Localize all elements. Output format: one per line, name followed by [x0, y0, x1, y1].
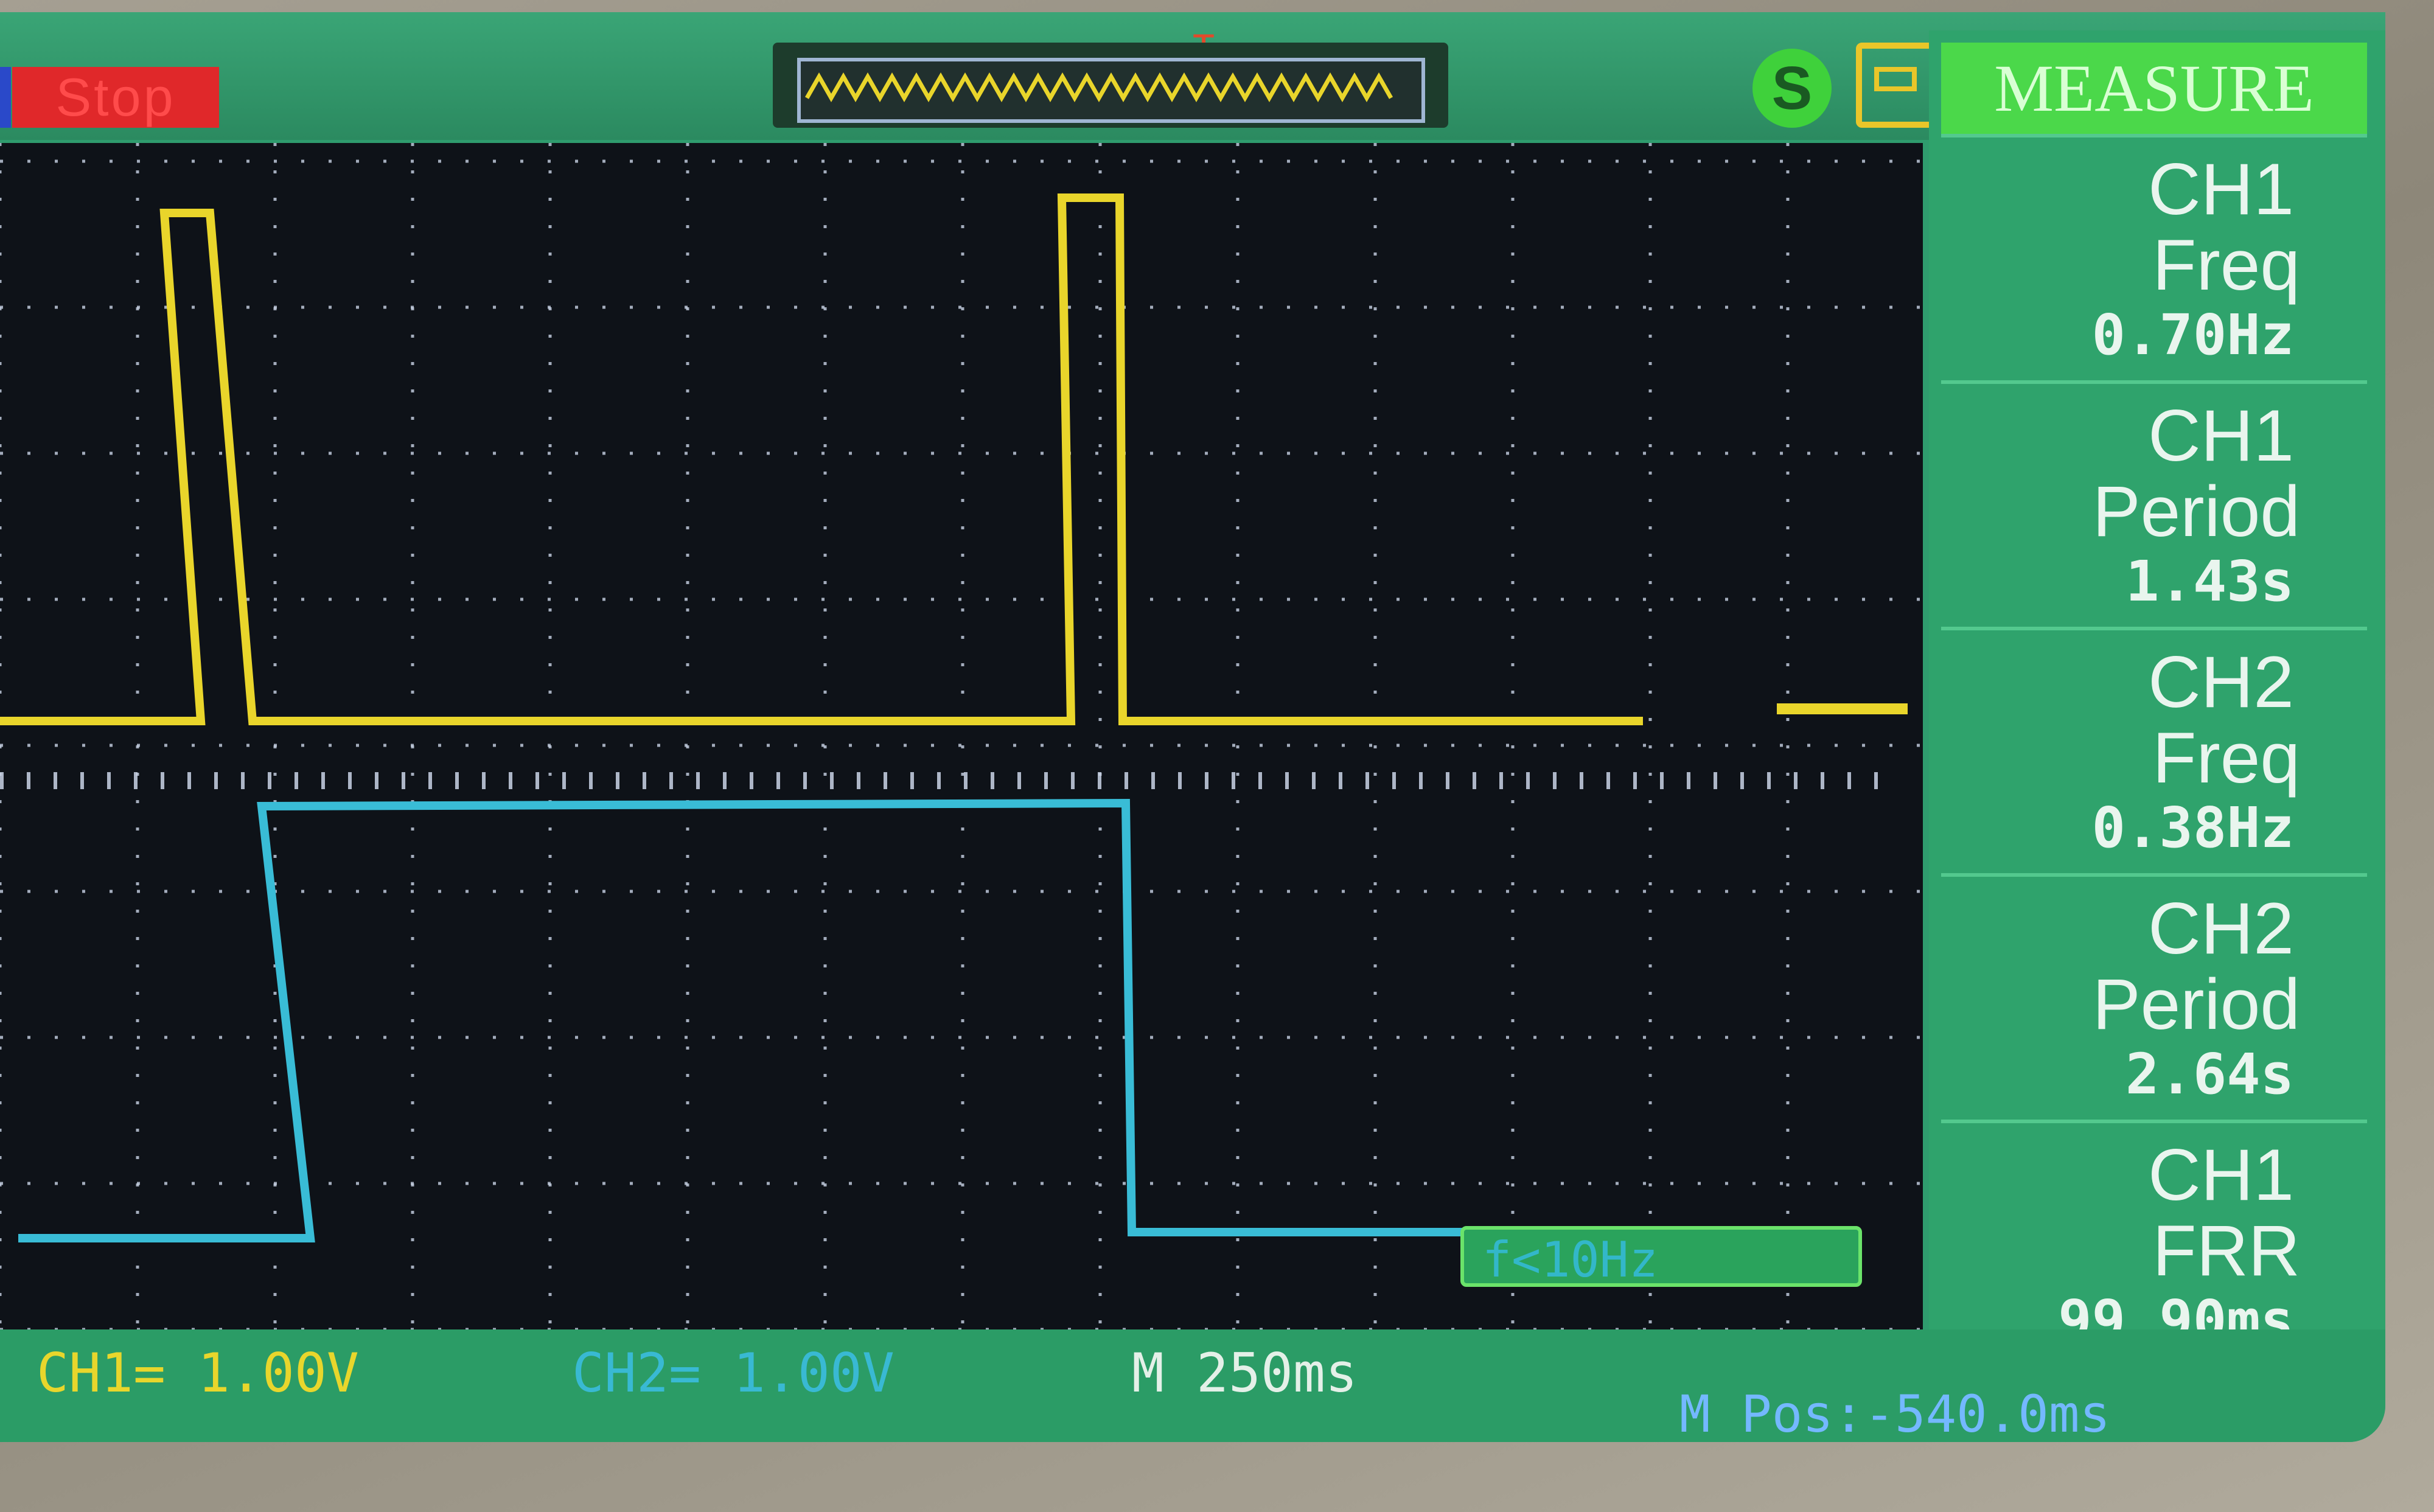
measure-title: MEASURE — [1941, 43, 2367, 134]
status-s-icon: S — [1752, 49, 1832, 128]
buffer-view-window — [797, 58, 1425, 123]
run-status-edge — [0, 67, 11, 128]
oscilloscope-screen: Stop T S MEASURE CH1 Freq 0.70Hz CH1 Per… — [0, 12, 2385, 1442]
measure-source: CH1 — [2147, 1134, 2294, 1216]
measure-type: Freq — [2152, 225, 2300, 305]
ch2-scale-readout: CH2= 1.00V — [572, 1342, 894, 1404]
measure-item-1[interactable]: CH1 Freq 0.70Hz — [1941, 134, 2367, 378]
measure-type: Period — [2092, 472, 2300, 552]
ch2-waveform — [18, 798, 1479, 1242]
measure-panel[interactable]: MEASURE CH1 Freq 0.70Hz CH1 Period 1.43s… — [1929, 30, 2385, 1369]
measure-source: CH1 — [2147, 148, 2294, 230]
timebase-readout: M 250ms — [1132, 1342, 1358, 1404]
measure-type: Period — [2092, 964, 2300, 1045]
measure-value: 0.70Hz — [2091, 302, 2294, 368]
horizontal-position-readout: M Pos:-540.0ms — [1679, 1384, 2111, 1442]
memory-buffer-overview — [773, 43, 1448, 128]
measure-item-5[interactable]: CH1 FRR 99.90ms — [1941, 1120, 2367, 1364]
frequency-indicator: f<10Hz — [1460, 1226, 1862, 1288]
ch1-waveform — [0, 193, 1643, 725]
buffer-waveform-preview — [804, 72, 1393, 103]
measure-type: Freq — [2152, 718, 2300, 798]
run-status-indicator: Stop — [12, 67, 219, 128]
graticule — [0, 143, 1923, 1329]
measure-source: CH2 — [2147, 641, 2294, 723]
measure-value: 2.64s — [2125, 1042, 2294, 1107]
measure-source: CH2 — [2147, 888, 2294, 969]
waveform-canvas — [0, 143, 1923, 1329]
measure-value: 0.38Hz — [2091, 795, 2294, 860]
ch1-scale-readout: CH1= 1.00V — [37, 1342, 359, 1404]
measure-item-3[interactable]: CH2 Freq 0.38Hz — [1941, 627, 2367, 871]
measure-value: 1.43s — [2125, 549, 2294, 614]
measure-source: CH1 — [2147, 395, 2294, 476]
measure-item-2[interactable]: CH1 Period 1.43s — [1941, 380, 2367, 624]
waveform-display[interactable]: f<10Hz — [0, 143, 1923, 1329]
bottom-status-bar: CH1= 1.00V CH2= 1.00V M 250ms M Pos:-540… — [0, 1329, 2385, 1442]
measure-item-4[interactable]: CH2 Period 2.64s — [1941, 873, 2367, 1117]
measure-type: FRR — [2152, 1211, 2300, 1291]
usb-storage-icon — [1856, 43, 1935, 128]
